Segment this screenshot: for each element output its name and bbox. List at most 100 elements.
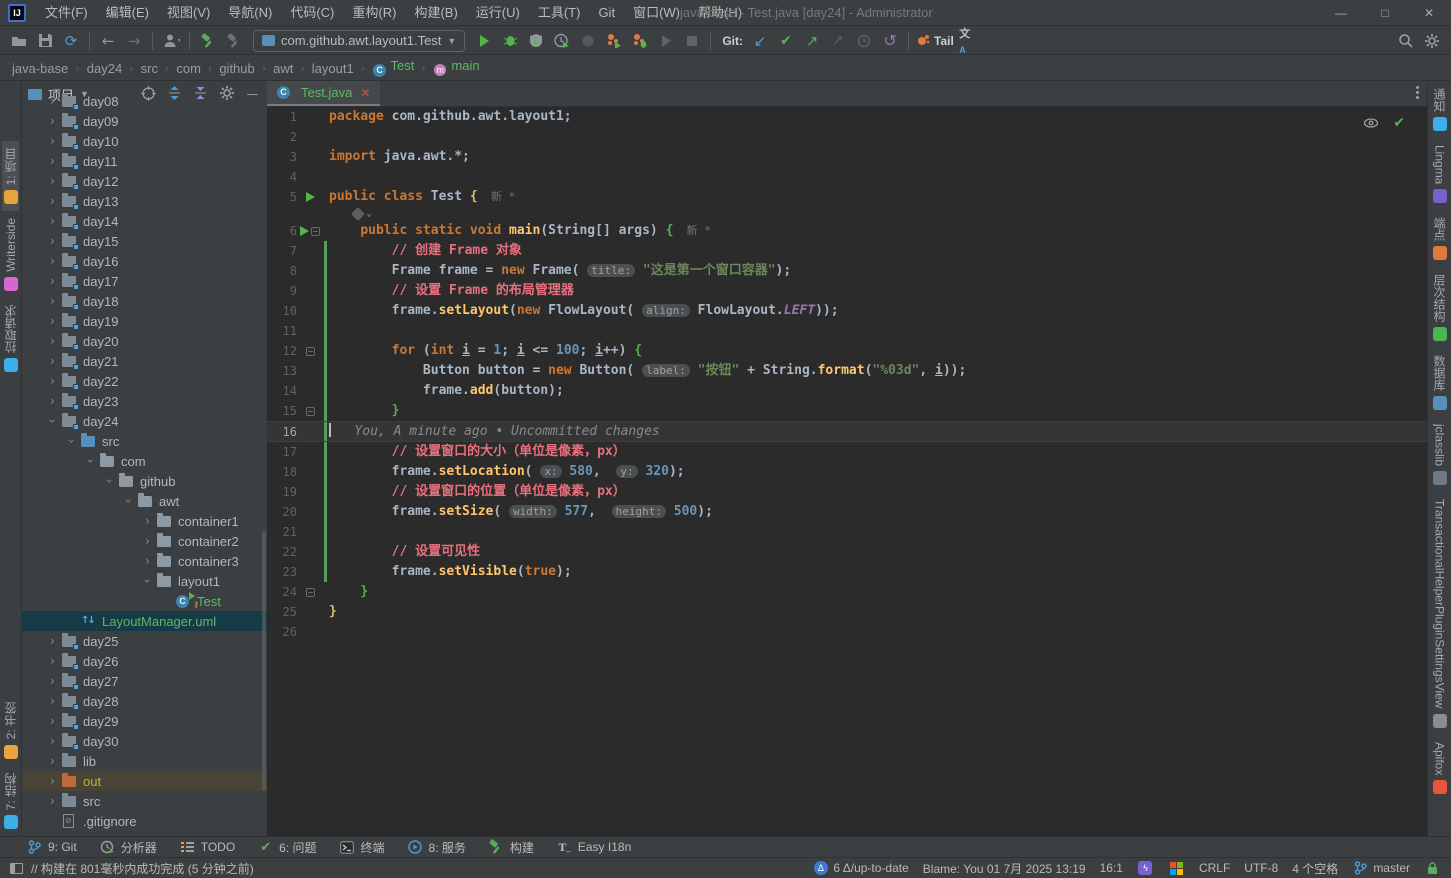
code-line-16[interactable]: 16 You, A minute ago • Uncommitted chang… <box>267 421 1427 442</box>
related-problems-icon[interactable]: ⌄ <box>353 207 372 221</box>
chevron-collapsed-icon[interactable]: › <box>44 714 61 728</box>
toolwindow-button-9: Git[interactable]: 9: Git <box>26 839 77 856</box>
chevron-collapsed-icon[interactable]: › <box>44 94 61 108</box>
chevron-collapsed-icon[interactable]: › <box>44 294 61 308</box>
code-editor[interactable]: 1package com.github.awt.layout1;23import… <box>267 107 1427 836</box>
chevron-collapsed-icon[interactable]: › <box>44 394 61 408</box>
git-push-button[interactable]: ↗ <box>800 30 824 52</box>
tree-item-container3[interactable]: ›container3 <box>22 551 267 571</box>
tree-item-Test[interactable]: C⚷Test <box>22 591 267 611</box>
tree-item-day29[interactable]: ›day29 <box>22 711 267 731</box>
code-line-21[interactable]: 21 <box>267 522 1427 542</box>
tree-item-day22[interactable]: ›day22 <box>22 371 267 391</box>
tree-item-src[interactable]: ›src <box>22 791 267 811</box>
code-line-17[interactable]: 17 // 设置窗口的大小（单位是像素，px） <box>267 442 1427 462</box>
search-button[interactable] <box>1394 30 1418 52</box>
chevron-collapsed-icon[interactable]: › <box>44 194 61 208</box>
tree-item-container1[interactable]: ›container1 <box>22 511 267 531</box>
translate-button[interactable]: 文A <box>956 30 980 52</box>
tree-item-day25[interactable]: ›day25 <box>22 631 267 651</box>
forward-arrow-button[interactable]: → <box>122 30 146 52</box>
tree-item-container2[interactable]: ›container2 <box>22 531 267 551</box>
code-line-7[interactable]: 7 // 创建 Frame 对象 <box>267 241 1427 261</box>
chevron-expanded-icon[interactable]: › <box>84 453 98 470</box>
status-item-4 个空格[interactable]: 4 个空格 <box>1292 860 1338 877</box>
coverage-shield-button[interactable] <box>524 30 548 52</box>
run-configuration-combo[interactable]: com.github.awt.layout1.Test▼ <box>253 30 465 52</box>
menu-item-10[interactable]: Git <box>589 0 624 26</box>
tree-item-day15[interactable]: ›day15 <box>22 231 267 251</box>
chevron-collapsed-icon[interactable]: › <box>44 134 61 148</box>
code-line-1[interactable]: 1package com.github.awt.layout1; <box>267 107 1427 127</box>
run-line-icon[interactable] <box>306 192 315 202</box>
toolwindow-button-Easy I18n[interactable]: T_Easy I18n <box>556 839 631 856</box>
settings-gear-button[interactable] <box>1420 30 1444 52</box>
chevron-collapsed-icon[interactable]: › <box>44 694 61 708</box>
git-commit-button[interactable]: ✔ <box>774 30 798 52</box>
stripe-item-right-jclasslib[interactable]: jclasslib <box>1433 417 1447 492</box>
chevron-collapsed-icon[interactable]: › <box>44 634 61 648</box>
close-window-button[interactable]: ✕ <box>1407 0 1451 26</box>
hot-debug-button[interactable] <box>628 30 652 52</box>
code-line-3[interactable]: 3import java.awt.*; <box>267 147 1427 167</box>
tree-item-out[interactable]: ›out <box>22 771 267 791</box>
build-hammer-button[interactable] <box>196 30 220 52</box>
chevron-collapsed-icon[interactable]: › <box>44 754 61 768</box>
blob-disabled-button[interactable] <box>576 30 600 52</box>
code-line-12[interactable]: 12 for (int i = 1; i <= 100; i++) { <box>267 341 1427 361</box>
tail-button[interactable]: Tail <box>915 30 954 52</box>
tree-item-day16[interactable]: ›day16 <box>22 251 267 271</box>
chevron-collapsed-icon[interactable]: › <box>44 774 61 788</box>
tree-item-src[interactable]: ›src <box>22 431 267 451</box>
close-icon[interactable]: ✕ <box>360 86 370 100</box>
code-line-15[interactable]: 15 } <box>267 401 1427 421</box>
hot-run-button[interactable] <box>602 30 626 52</box>
stripe-item-right-层次结构[interactable]: 层次结构 <box>1431 267 1448 348</box>
chevron-collapsed-icon[interactable]: › <box>44 114 61 128</box>
chevron-collapsed-icon[interactable]: › <box>44 314 61 328</box>
chevron-collapsed-icon[interactable]: › <box>139 534 156 548</box>
run-line-icon[interactable] <box>300 226 309 236</box>
maximize-window-button[interactable]: □ <box>1363 0 1407 26</box>
tree-item-LayoutManager.uml[interactable]: ↑↓LayoutManager.uml <box>22 611 267 631</box>
fold-marker-icon[interactable] <box>306 407 315 416</box>
chevron-collapsed-icon[interactable]: › <box>44 674 61 688</box>
debug-bug-button[interactable] <box>498 30 522 52</box>
chevron-collapsed-icon[interactable]: › <box>44 794 61 808</box>
menu-item-1[interactable]: 文件(F) <box>36 0 97 26</box>
tree-item-day11[interactable]: ›day11 <box>22 151 267 171</box>
breadcrumb-item-test[interactable]: C Test <box>370 58 416 78</box>
tree-item-day18[interactable]: ›day18 <box>22 291 267 311</box>
breadcrumb-item-java-base[interactable]: java-base <box>10 61 70 76</box>
rebuild-hammer-button[interactable] <box>222 30 246 52</box>
toolwindow-button-构建[interactable]: 构建 <box>488 839 534 856</box>
save-button[interactable] <box>33 30 57 52</box>
toolwindow-button-TODO[interactable]: TODO <box>179 839 235 856</box>
breadcrumb-item-awt[interactable]: awt <box>271 61 295 76</box>
stripe-item-left-1: 项目[interactable]: 1: 项目 <box>2 141 19 211</box>
tree-item-day23[interactable]: ›day23 <box>22 391 267 411</box>
code-line-4[interactable]: 4 <box>267 167 1427 187</box>
status-item-plugin-purple[interactable]: ϟ <box>1137 860 1154 877</box>
tree-item-layout1[interactable]: ›layout1 <box>22 571 267 591</box>
toolwindow-button-分析器[interactable]: 分析器 <box>99 839 157 856</box>
chevron-expanded-icon[interactable]: › <box>103 473 117 490</box>
code-line-25[interactable]: 25} <box>267 602 1427 622</box>
tree-item-.gitignore[interactable]: .gitignore <box>22 811 267 831</box>
chevron-collapsed-icon[interactable]: › <box>44 254 61 268</box>
tree-item-lib[interactable]: ›lib <box>22 751 267 771</box>
chevron-collapsed-icon[interactable]: › <box>44 734 61 748</box>
status-item-CRLF[interactable]: CRLF <box>1199 861 1230 875</box>
tree-item-day19[interactable]: ›day19 <box>22 311 267 331</box>
stripe-item-right-Apifox[interactable]: Apifox <box>1433 735 1447 801</box>
tree-item-com[interactable]: ›com <box>22 451 267 471</box>
highlight-eye-icon[interactable] <box>1363 115 1379 131</box>
code-line-23[interactable]: 23 frame.setVisible(true); <box>267 562 1427 582</box>
menu-item-8[interactable]: 运行(U) <box>467 0 529 26</box>
code-line-2[interactable]: 2 <box>267 127 1427 147</box>
chevron-collapsed-icon[interactable]: › <box>44 334 61 348</box>
status-item-lock[interactable] <box>1424 860 1441 877</box>
status-item-UTF-8[interactable]: UTF-8 <box>1244 861 1278 875</box>
fold-marker-icon[interactable] <box>306 588 315 597</box>
git-rollback-button[interactable]: ↺ <box>878 30 902 52</box>
